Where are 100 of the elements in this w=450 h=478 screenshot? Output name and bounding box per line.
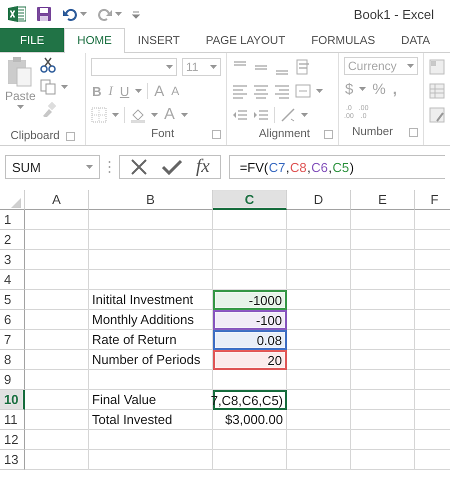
table-cell: $3,000.00 xyxy=(213,410,287,430)
empty-cell xyxy=(25,310,89,330)
table-cell: -1000 xyxy=(213,290,287,310)
empty-cell xyxy=(351,370,415,390)
empty-cell xyxy=(25,230,89,250)
table-cell: 0.08 xyxy=(213,330,287,350)
empty-cell xyxy=(287,370,351,390)
select-all-icon[interactable] xyxy=(11,198,21,208)
ribbon-tab[interactable]: HOME xyxy=(64,28,125,53)
caret-icon xyxy=(316,89,324,93)
caret-icon xyxy=(60,85,68,89)
caret-icon xyxy=(166,65,173,69)
spreadsheet-logo-icon xyxy=(8,6,26,22)
table-cell: Number of Periods xyxy=(89,350,213,370)
caret-icon xyxy=(301,113,308,117)
drag-handle-icon[interactable] xyxy=(108,160,111,174)
empty-cell xyxy=(25,330,89,350)
empty-cell xyxy=(351,350,415,370)
paste-caret-icon xyxy=(16,105,24,109)
window-title: Book1 - Excel xyxy=(354,6,435,22)
empty-cell xyxy=(351,290,415,310)
table-cell: Rate of Return xyxy=(89,330,213,350)
caret-icon xyxy=(112,113,120,117)
caret-icon xyxy=(407,64,414,68)
caret-icon xyxy=(180,113,188,117)
empty-cell xyxy=(351,210,415,230)
empty-cell xyxy=(351,270,415,290)
table-cell: Total Invested xyxy=(89,410,213,430)
group-label: Font xyxy=(151,128,174,140)
empty-cell xyxy=(25,350,89,370)
caret-icon xyxy=(115,12,122,16)
column-header[interactable]: A xyxy=(25,190,89,210)
empty-cell xyxy=(351,230,415,250)
empty-cell xyxy=(287,390,351,410)
table-cell: Initital Investment xyxy=(89,290,213,310)
caret-icon xyxy=(210,65,218,69)
row-header[interactable]: 13 xyxy=(0,450,25,470)
row-header[interactable]: 12 xyxy=(0,430,25,450)
row-header[interactable]: 2 xyxy=(0,230,25,250)
caret-icon xyxy=(80,12,87,16)
column-header[interactable]: E xyxy=(351,190,415,210)
empty-cell xyxy=(351,390,415,410)
check-icon[interactable] xyxy=(162,158,182,176)
row-header[interactable]: 4 xyxy=(0,270,25,290)
group-label: Number xyxy=(352,126,393,138)
caret-icon xyxy=(151,113,158,117)
empty-cell xyxy=(25,290,89,310)
empty-cell xyxy=(287,270,351,290)
empty-cell xyxy=(287,450,351,470)
empty-cell xyxy=(287,230,351,250)
empty-cell xyxy=(287,430,351,450)
row-header[interactable]: 5 xyxy=(0,290,25,310)
redo-icon[interactable] xyxy=(97,6,113,22)
empty-cell xyxy=(351,250,415,270)
empty-cell xyxy=(25,450,89,470)
row-header[interactable]: 6 xyxy=(0,310,25,330)
row-header[interactable]: 3 xyxy=(0,250,25,270)
column-header[interactable]: B xyxy=(89,190,213,210)
ribbon-tab[interactable]: FORMULAS xyxy=(298,28,388,52)
undo-icon[interactable] xyxy=(62,6,78,22)
empty-cell xyxy=(25,210,89,230)
empty-cell xyxy=(287,410,351,430)
empty-cell xyxy=(25,250,89,270)
row-header[interactable]: 1 xyxy=(0,210,25,230)
group-label: Clipboard xyxy=(10,130,60,142)
empty-cell xyxy=(351,330,415,350)
caret-icon xyxy=(86,165,93,169)
row-header[interactable]: 7 xyxy=(0,330,25,350)
cancel-icon[interactable] xyxy=(130,158,148,176)
table-cell: 20 xyxy=(213,350,287,370)
row-header[interactable]: 8 xyxy=(0,350,25,370)
empty-cell xyxy=(287,210,351,230)
ribbon-tab[interactable]: INSERT xyxy=(124,28,193,52)
ribbon-tab[interactable]: PAGE LAYOUT xyxy=(192,28,298,52)
empty-cell xyxy=(351,430,415,450)
empty-cell xyxy=(25,410,89,430)
name-box[interactable]: SUM xyxy=(5,155,100,179)
customize-menu-icon[interactable] xyxy=(132,9,140,19)
column-header[interactable]: C xyxy=(213,190,287,210)
file-tab[interactable]: FILE xyxy=(0,28,64,52)
formula-field[interactable]: =FV(C7,C8,C6,C5) xyxy=(228,155,445,179)
table-cell: -100 xyxy=(213,310,287,330)
table-cell: Monthly Additions xyxy=(89,310,213,330)
column-header[interactable]: D xyxy=(287,190,351,210)
empty-cell xyxy=(351,410,415,430)
empty-cell xyxy=(287,250,351,270)
row-header[interactable]: 10 xyxy=(0,390,25,410)
clipboard-icon xyxy=(7,57,34,87)
ribbon-tab[interactable]: DATA xyxy=(388,28,444,52)
empty-cell xyxy=(351,450,415,470)
empty-cell xyxy=(25,270,89,290)
empty-cell xyxy=(351,310,415,330)
empty-cell xyxy=(25,370,89,390)
caret-icon xyxy=(359,87,366,91)
group-label: Alignment xyxy=(258,128,310,140)
caret-icon xyxy=(135,89,142,93)
insert-function-button[interactable]: fx xyxy=(196,156,210,178)
empty-cell xyxy=(25,430,89,450)
row-header[interactable]: 11 xyxy=(0,410,25,430)
save-icon[interactable] xyxy=(36,6,52,22)
